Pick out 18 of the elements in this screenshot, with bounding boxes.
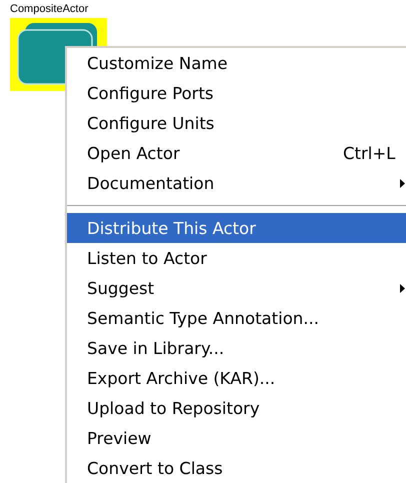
menu-item[interactable]: Suggest xyxy=(67,273,406,303)
submenu-arrow-icon xyxy=(400,284,405,292)
menu-item[interactable]: Open Actor Ctrl+L xyxy=(67,138,406,168)
submenu-arrow-icon xyxy=(400,178,405,188)
menu-item[interactable]: Distribute This Actor xyxy=(67,213,406,243)
menu-item[interactable]: Save in Library... xyxy=(67,333,406,363)
menu-item[interactable]: Customize Name xyxy=(67,48,406,78)
menu-item[interactable]: Configure Ports xyxy=(67,78,406,108)
shortcut-label: Ctrl+L xyxy=(343,144,396,162)
actor-label: CompositeActor xyxy=(10,3,88,15)
menu-item[interactable]: Upload to Repository xyxy=(67,393,406,423)
menu-item[interactable]: Semantic Type Annotation... xyxy=(67,303,406,333)
menu-item[interactable]: Documentation xyxy=(67,168,406,198)
menu-item[interactable]: Export Archive (KAR)... xyxy=(67,363,406,393)
menu-item[interactable]: Convert to Class xyxy=(67,453,406,483)
menu-item[interactable]: Preview xyxy=(67,423,406,453)
menu-item[interactable]: Listen to Actor xyxy=(67,243,406,273)
menu-item[interactable]: Configure Units xyxy=(67,108,406,138)
